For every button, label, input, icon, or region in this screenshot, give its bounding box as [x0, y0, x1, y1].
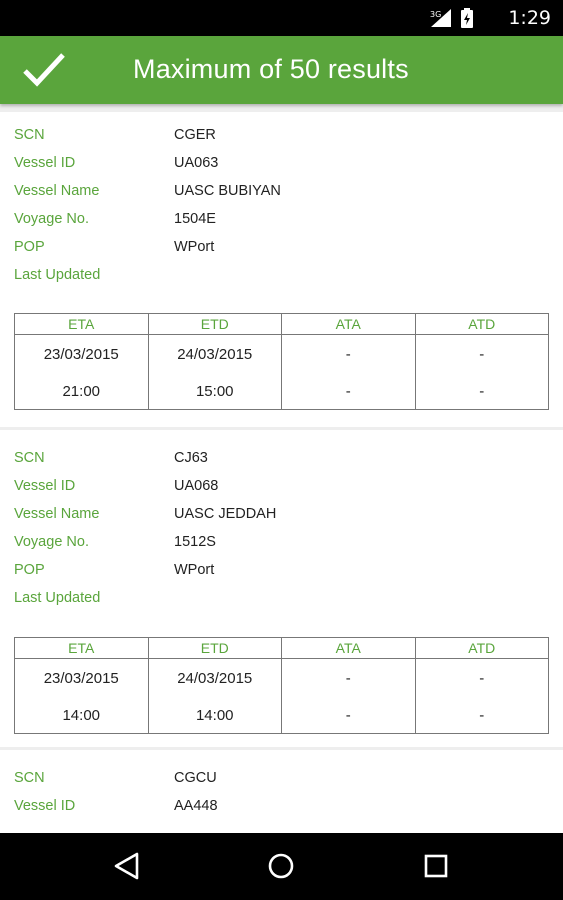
result-card[interactable]: SCN CGER Vessel ID UA063 Vessel Name UAS…: [0, 112, 563, 427]
back-triangle-icon[interactable]: [113, 852, 141, 885]
ata-time: -: [281, 697, 416, 734]
result-card[interactable]: SCN CGCU Vessel ID AA448: [0, 750, 563, 833]
field-label: Vessel ID: [14, 155, 76, 171]
ata-date: -: [281, 334, 416, 373]
atd-header: ATD: [414, 313, 549, 335]
eta-header: ETA: [14, 637, 149, 659]
check-icon[interactable]: [22, 50, 66, 90]
signal-icon: 3G: [429, 8, 453, 33]
result-card[interactable]: SCN CJ63 Vessel ID UA068 Vessel Name UAS…: [0, 430, 563, 747]
etd-time: 14:00: [147, 697, 282, 734]
field-label: Vessel Name: [14, 183, 100, 199]
page-title: Maximum of 50 results: [133, 54, 409, 84]
eta-time: 21:00: [14, 373, 149, 410]
field-value: UA063: [174, 155, 219, 171]
field-value: UASC JEDDAH: [174, 506, 277, 522]
times-table: ETA ETD ATA ATD 23/03/2015 24/03/2015 - …: [14, 313, 549, 410]
etd-header: ETD: [147, 313, 282, 335]
field-value: CGER: [174, 127, 216, 143]
field-label: Voyage No.: [14, 211, 89, 227]
atd-time: -: [414, 373, 549, 410]
field-label: Last Updated: [14, 590, 101, 606]
field-label: Last Updated: [14, 267, 101, 283]
app-bar: Maximum of 50 results: [0, 36, 563, 104]
atd-header: ATD: [414, 637, 549, 659]
field-value: WPort: [174, 562, 215, 578]
field-label: POP: [14, 239, 45, 255]
battery-icon: [461, 8, 473, 33]
recents-square-icon[interactable]: [423, 853, 449, 884]
field-label: POP: [14, 562, 45, 578]
results-list[interactable]: SCN CGER Vessel ID UA063 Vessel Name UAS…: [0, 104, 563, 833]
eta-time: 14:00: [14, 697, 149, 734]
field-value: UASC BUBIYAN: [174, 183, 281, 199]
ata-header: ATA: [281, 313, 416, 335]
status-icons: 3G: [429, 8, 473, 33]
field-value: CGCU: [174, 770, 217, 786]
eta-header: ETA: [14, 313, 149, 335]
ata-header: ATA: [281, 637, 416, 659]
times-table: ETA ETD ATA ATD 23/03/2015 24/03/2015 - …: [14, 637, 549, 734]
field-label: SCN: [14, 450, 45, 466]
field-value: CJ63: [174, 450, 208, 466]
etd-time: 15:00: [147, 373, 282, 410]
svg-text:3G: 3G: [430, 10, 441, 19]
etd-header: ETD: [147, 637, 282, 659]
field-label: SCN: [14, 770, 45, 786]
atd-date: -: [414, 658, 549, 697]
field-value: 1512S: [174, 534, 216, 550]
field-value: WPort: [174, 239, 215, 255]
eta-date: 23/03/2015: [14, 334, 149, 373]
home-circle-icon[interactable]: [267, 852, 295, 885]
field-label: SCN: [14, 127, 45, 143]
eta-date: 23/03/2015: [14, 658, 149, 697]
ata-date: -: [281, 658, 416, 697]
etd-date: 24/03/2015: [147, 658, 282, 697]
field-label: Voyage No.: [14, 534, 89, 550]
ata-time: -: [281, 373, 416, 410]
field-value: UA068: [174, 478, 219, 494]
field-value: AA448: [174, 798, 218, 814]
field-label: Vessel Name: [14, 506, 100, 522]
atd-time: -: [414, 697, 549, 734]
status-bar: 3G 1:29: [0, 0, 563, 36]
field-label: Vessel ID: [14, 478, 76, 494]
field-label: Vessel ID: [14, 798, 76, 814]
etd-date: 24/03/2015: [147, 334, 282, 373]
atd-date: -: [414, 334, 549, 373]
field-value: 1504E: [174, 211, 216, 227]
clock: 1:29: [508, 7, 551, 29]
navigation-bar: [0, 833, 563, 900]
